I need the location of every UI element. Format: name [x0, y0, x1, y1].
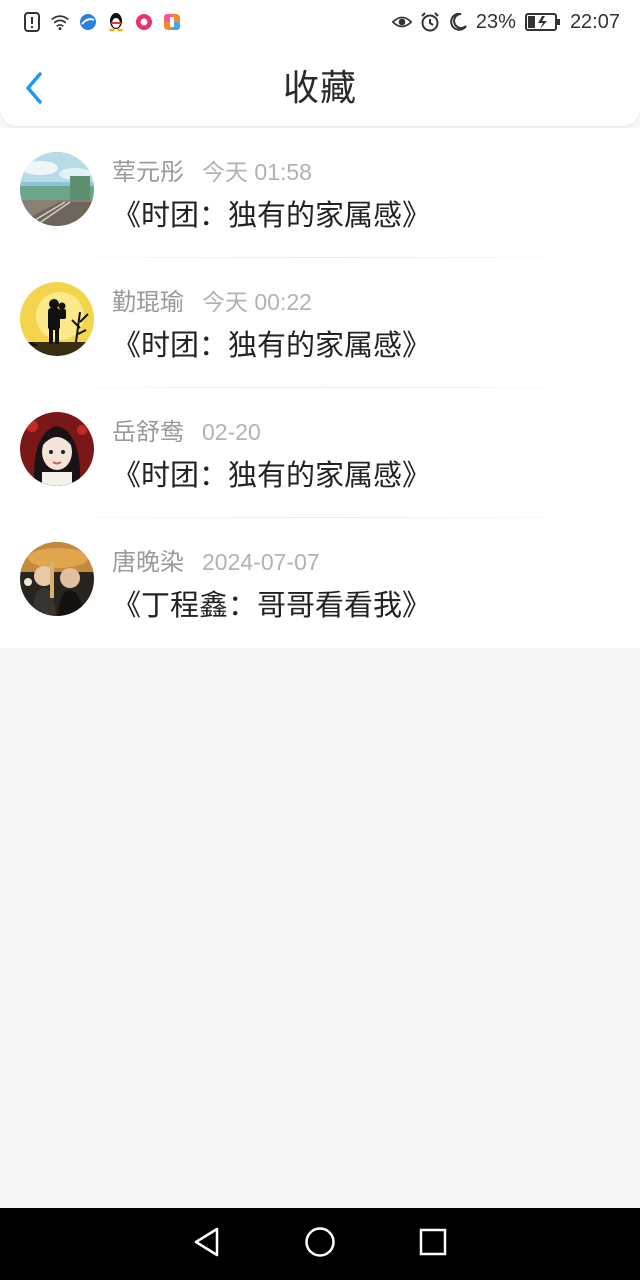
avatar[interactable]: [20, 282, 94, 356]
username[interactable]: 勤琨瑜: [112, 282, 184, 317]
header: 收藏: [0, 44, 640, 126]
list-item[interactable]: 勤琨瑜 今天 00:22 《时团：独有的家属感》: [0, 258, 640, 388]
status-bar-right: 23% 22:07: [391, 10, 620, 34]
favorite-title[interactable]: 《时团：独有的家属感》: [112, 192, 431, 234]
username[interactable]: 岳舒鸯: [112, 412, 184, 447]
timestamp: 今天 00:22: [202, 289, 312, 315]
favorites-list: 荤元彤 今天 01:58 《时团：独有的家属感》 勤琨瑜 今天 00:22 《时…: [0, 128, 640, 648]
list-item[interactable]: 唐晚染 2024-07-07 《丁程鑫：哥哥看看我》: [0, 518, 640, 648]
triangle-back-icon: [193, 1227, 221, 1261]
navigation-bar: [0, 1208, 640, 1280]
list-item[interactable]: 荤元彤 今天 01:58 《时团：独有的家属感》: [0, 128, 640, 258]
alert-icon: [22, 12, 42, 32]
browser-icon: [78, 12, 98, 32]
nav-back-button[interactable]: [187, 1224, 227, 1264]
battery-percent: 23%: [475, 10, 516, 33]
timestamp: 02-20: [202, 419, 261, 445]
wifi-icon: [50, 12, 70, 32]
meta-row: 荤元彤 今天 01:58: [112, 152, 312, 187]
favorite-title[interactable]: 《时团：独有的家属感》: [112, 322, 431, 364]
meta-row: 唐晚染 2024-07-07: [112, 542, 320, 577]
nav-home-button[interactable]: [300, 1224, 340, 1264]
favorite-title[interactable]: 《时团：独有的家属感》: [112, 452, 431, 494]
meta-row: 岳舒鸯 02-20: [112, 412, 261, 447]
meta-row: 勤琨瑜 今天 00:22: [112, 282, 312, 317]
circle-home-icon: [304, 1226, 336, 1262]
username[interactable]: 唐晚染: [112, 542, 184, 577]
status-bar-left: [22, 12, 182, 32]
nav-recents-button[interactable]: [413, 1224, 453, 1264]
chevron-left-icon: [25, 72, 43, 108]
avatar[interactable]: [20, 542, 94, 616]
status-bar: 23% 22:07: [0, 0, 640, 44]
back-button[interactable]: [20, 72, 48, 108]
timestamp: 今天 01:58: [202, 159, 312, 185]
username[interactable]: 荤元彤: [112, 152, 184, 187]
avatar[interactable]: [20, 152, 94, 226]
square-recents-icon: [419, 1228, 447, 1260]
timestamp: 2024-07-07: [202, 549, 320, 575]
favorite-title[interactable]: 《丁程鑫：哥哥看看我》: [112, 582, 431, 624]
app-icon: [162, 12, 182, 32]
alarm-icon: [420, 12, 440, 32]
list-item[interactable]: 岳舒鸯 02-20 《时团：独有的家属感》: [0, 388, 640, 518]
page-title: 收藏: [282, 68, 357, 109]
avatar[interactable]: [20, 412, 94, 486]
chat-app-icon: [134, 12, 154, 32]
battery-charging-icon: [524, 12, 562, 32]
clock-time: 22:07: [569, 10, 620, 33]
moon-icon: [448, 12, 468, 32]
qq-icon: [106, 12, 126, 32]
eye-icon: [391, 12, 412, 32]
